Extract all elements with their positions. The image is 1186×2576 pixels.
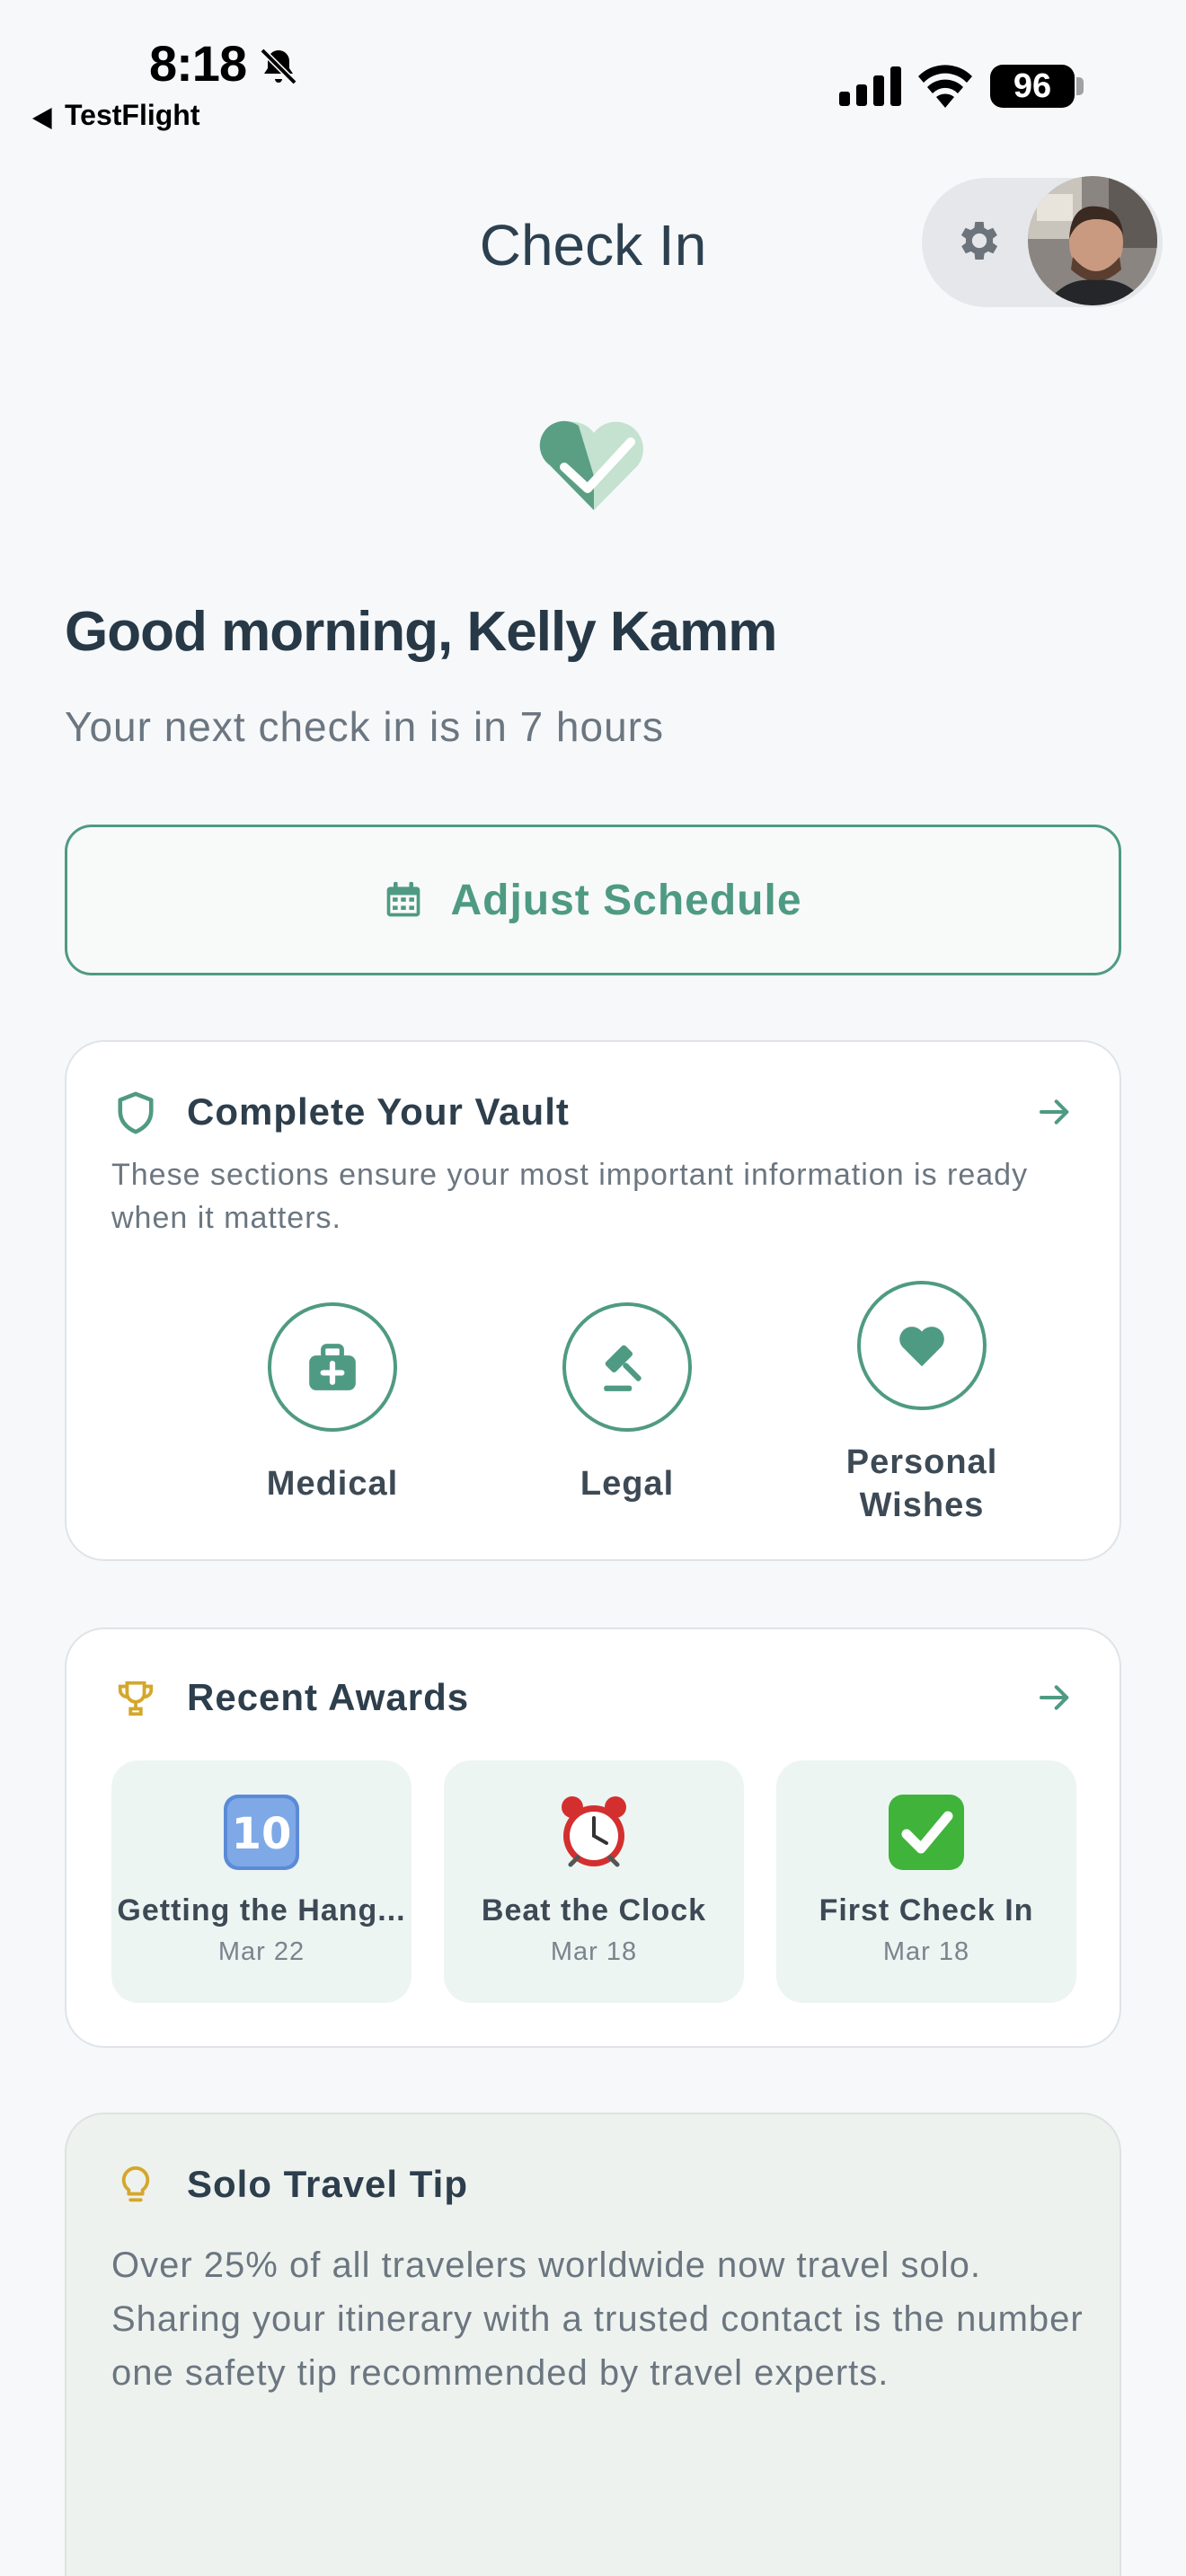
awards-title: Recent Awards [187, 1676, 470, 1718]
battery-nub [1076, 77, 1084, 95]
adjust-schedule-label: Adjust Schedule [450, 876, 802, 924]
vault-item-label: Personal Wishes [845, 1443, 998, 1524]
vault-item-personal-wishes[interactable]: Personal Wishes [823, 1281, 1021, 1527]
vault-item-legal[interactable]: Legal [528, 1302, 726, 1505]
trophy-icon [118, 1681, 154, 1716]
recent-awards-card[interactable]: Recent Awards 10 Getting the Hang... Mar… [65, 1628, 1121, 2048]
wifi-icon [918, 65, 972, 108]
vault-item-circle [268, 1302, 397, 1432]
check-in-screen: 8:18 TestFlight 96 Check In Good morning… [0, 0, 1186, 2576]
award-date: Mar 18 [550, 1937, 638, 1966]
back-triangle-icon[interactable] [32, 108, 54, 129]
gavel-icon [604, 1345, 642, 1391]
award-tile[interactable]: First Check In Mar 18 [776, 1760, 1076, 2003]
tip-text: Over 25% of all travelers worldwide now … [111, 2245, 1084, 2393]
back-to-testflight[interactable]: TestFlight [65, 99, 200, 132]
greeting-heading: Good morning, Kelly Kamm [65, 601, 777, 663]
cellular-signal-icon [839, 66, 901, 106]
svg-text:10: 10 [232, 1809, 292, 1859]
vault-item-label: Legal [580, 1465, 675, 1503]
calendar-icon [387, 881, 420, 917]
heart-icon [899, 1327, 944, 1367]
alarm-clock-icon [562, 1796, 626, 1867]
complete-vault-card[interactable]: Complete Your Vault These sections ensur… [65, 1040, 1121, 1561]
adjust-schedule-button[interactable]: Adjust Schedule [65, 825, 1121, 975]
status-time: 8:18 [149, 35, 247, 92]
award-tile[interactable]: Beat the Clock Mar 18 [444, 1760, 744, 2003]
vault-title: Complete Your Vault [187, 1090, 570, 1133]
award-name: Getting the Hang... [117, 1893, 406, 1928]
award-tile[interactable]: 10 Getting the Hang... Mar 22 [111, 1760, 412, 2003]
award-name: Beat the Clock [481, 1893, 707, 1928]
vault-item-circle [562, 1302, 692, 1432]
arrow-right-icon[interactable] [1037, 1680, 1073, 1716]
check-mark-button-icon [889, 1795, 964, 1870]
award-date: Mar 18 [882, 1937, 970, 1966]
bell-slash-icon [260, 48, 297, 85]
tip-title: Solo Travel Tip [187, 2163, 468, 2205]
arrow-right-icon[interactable] [1037, 1094, 1073, 1130]
next-checkin-text: Your next check in is in 7 hours [65, 703, 664, 750]
vault-item-circle [857, 1281, 987, 1410]
shield-icon [118, 1091, 154, 1134]
gear-icon[interactable] [954, 216, 1005, 266]
battery-indicator: 96 [990, 65, 1075, 108]
profile-avatar[interactable] [1028, 176, 1157, 305]
vault-item-label: Medical [266, 1465, 399, 1503]
vault-description: These sections ensure your most importan… [111, 1158, 1029, 1235]
award-name: First Check In [819, 1893, 1034, 1928]
medical-kit-icon [309, 1344, 356, 1390]
solo-travel-tip-card: Solo Travel Tip Over 25% of all traveler… [65, 2113, 1121, 2576]
award-date: Mar 22 [217, 1937, 305, 1966]
vault-item-medical[interactable]: Medical [234, 1302, 431, 1505]
heart-check-logo-icon [539, 420, 643, 510]
keycap-ten-icon: 10 [224, 1795, 299, 1870]
lightbulb-icon [121, 2166, 150, 2202]
